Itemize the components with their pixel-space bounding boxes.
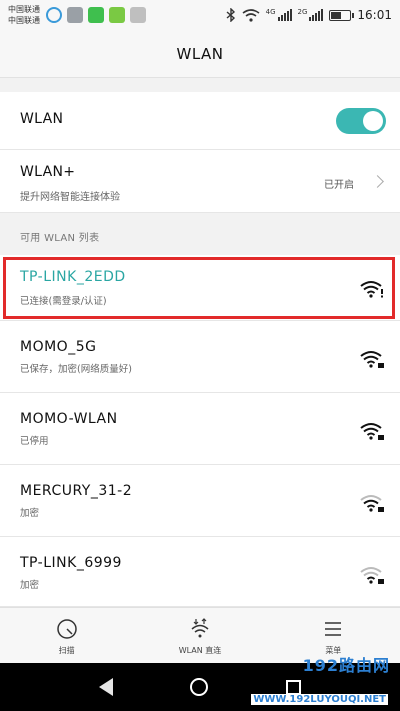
wlan-toggle-row[interactable]: WLAN [0,92,400,150]
wechat-notification-icon [88,7,104,23]
network-name: TP-LINK_2EDD [20,269,126,285]
carrier-1: 中国联通 [8,5,40,14]
wlan-switch[interactable] [336,108,386,134]
battery-icon [329,9,355,21]
scan-button[interactable]: 扫描 [0,608,133,663]
network-row-momo-wlan[interactable]: MOMO-WLAN 已停用 [0,393,400,465]
wifi-signal-locked-icon [360,351,384,368]
home-icon[interactable] [190,678,209,696]
available-networks-header: 可用 WLAN 列表 [0,213,400,255]
site-watermark: 192路由网 WWW.192LUYOUQI.NET [251,652,394,710]
wifi-signal-locked-icon [360,423,384,440]
browser-notification-icon [46,7,62,23]
wlan-switch-knob [363,111,383,131]
network-status: 已连接(需登录/认证) [20,296,107,307]
wlan-direct-label: WLAN 直连 [178,646,222,655]
wlan-direct-icon [191,618,209,638]
scan-label: 扫描 [58,646,75,655]
wifi-status-icon [242,8,260,22]
network-status: 加密 [20,580,40,591]
image-notification-icon [67,7,83,23]
watermark-title: 192路由网 [302,656,390,675]
wlan-plus-subtitle: 提升网络智能连接体验 [20,192,120,203]
page-title: WLAN [0,30,400,78]
network-name: MOMO-WLAN [20,411,118,427]
gallery-notification-icon [130,7,146,23]
network-name: MOMO_5G [20,339,97,355]
scrolled-content-edge [0,79,400,92]
wlan-direct-button[interactable]: WLAN 直连 [133,608,266,663]
network-row-tp-link-6999[interactable]: TP-LINK_6999 加密 [0,537,400,607]
wlan-plus-label: WLAN+ [20,164,76,180]
bluetooth-icon [226,8,235,22]
network-status: 已保存，加密(网络质量好) [20,364,132,375]
signal-2-icon [309,9,324,21]
battery-level [331,11,341,19]
chart-app-notification-icon [109,7,125,23]
watermark-url: WWW.192LUYOUQI.NET [251,694,388,705]
network-type-1: 4G [265,8,276,16]
wifi-signal-weak-locked-icon [360,567,384,584]
network-status: 已停用 [20,436,49,447]
clock: 16:01 [357,8,392,22]
network-row-tp-link-2edd[interactable]: TP-LINK_2EDD 已连接(需登录/认证) [0,255,400,321]
carrier-2: 中国联通 [8,16,40,25]
network-name: MERCURY_31-2 [20,483,133,499]
network-row-mercury-31-2[interactable]: MERCURY_31-2 加密 [0,465,400,537]
wlan-plus-status: 已开启 [324,180,354,191]
signal-1-icon [277,9,292,21]
wifi-signal-alert-icon [360,281,383,298]
scan-icon [56,619,77,639]
carrier-info: 中国联通 中国联通 [8,4,40,26]
wlan-plus-row[interactable]: WLAN+ 提升网络智能连接体验 已开启 [0,150,400,213]
wlan-toggle-label: WLAN [20,111,64,127]
network-name: TP-LINK_6999 [20,555,122,571]
section-header-label: 可用 WLAN 列表 [20,233,100,244]
network-row-momo-5g[interactable]: MOMO_5G 已保存，加密(网络质量好) [0,321,400,393]
menu-icon [325,622,342,636]
wifi-signal-medium-locked-icon [360,495,384,512]
network-type-2: 2G [297,8,308,16]
back-icon[interactable] [98,678,113,696]
chevron-right-icon [371,175,384,188]
network-status: 加密 [20,508,40,519]
status-bar: 中国联通 中国联通 4G 2G 16:01 [0,0,400,30]
